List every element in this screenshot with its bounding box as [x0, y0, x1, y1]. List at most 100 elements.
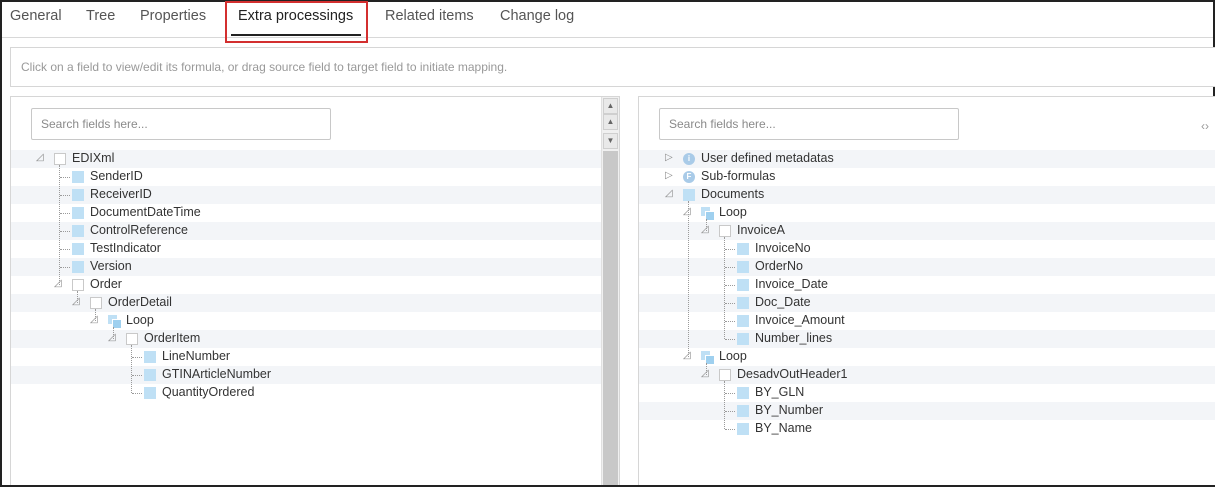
collapse-toggle-icon[interactable]: ◿ [36, 152, 48, 164]
tree-connector [132, 357, 142, 358]
tree-field-label[interactable]: TestIndicator [90, 241, 161, 255]
target-fields-panel: ‹› ▷ i User defined metadatas ▷ F Sub-formula… [638, 96, 1215, 485]
tree-connector [60, 249, 70, 250]
tree-guide-line [77, 291, 78, 303]
collapse-toggle-icon[interactable]: ◿ [72, 296, 84, 308]
collapse-toggle-icon[interactable]: ◿ [701, 224, 713, 236]
mapping-hint-text: Click on a field to view/edit its formul… [21, 60, 508, 74]
tree-field-label[interactable]: DocumentDateTime [90, 205, 201, 219]
tree-row[interactable]: OrderNo [639, 258, 1215, 276]
tree-row[interactable]: ◿ Loop [639, 204, 1215, 222]
tree-field-label[interactable]: EDIXml [72, 151, 114, 165]
tree-field-label[interactable]: ReceiverID [90, 187, 152, 201]
source-scrollbar[interactable]: ▲ ▲ ▼ [601, 97, 619, 485]
tree-row[interactable]: Version [11, 258, 619, 276]
tree-row[interactable]: SenderID [11, 168, 619, 186]
tree-field-label[interactable]: BY_Name [755, 421, 812, 435]
tree-row[interactable]: ControlReference [11, 222, 619, 240]
tree-field-label[interactable]: OrderItem [144, 331, 200, 345]
tree-row[interactable]: ◿ Order [11, 276, 619, 294]
tree-field-label[interactable]: Documents [701, 187, 764, 201]
tree-row[interactable]: DocumentDateTime [11, 204, 619, 222]
scroll-up-icon-2[interactable]: ▲ [603, 114, 618, 130]
tree-row[interactable]: QuantityOrdered [11, 384, 619, 402]
tree-row[interactable]: Number_lines [639, 330, 1215, 348]
tree-row[interactable]: ◿ OrderDetail [11, 294, 619, 312]
target-search-input[interactable] [659, 108, 959, 140]
leaf-node-icon [737, 423, 749, 435]
tree-row[interactable]: ◿ InvoiceA [639, 222, 1215, 240]
scroll-up-icon[interactable]: ▲ [603, 98, 618, 114]
tab-related-items[interactable]: Related items [385, 8, 474, 24]
tree-row[interactable]: GTINArticleNumber [11, 366, 619, 384]
tree-guide-line [724, 237, 725, 339]
collapse-panel-icon[interactable]: ‹› [1201, 119, 1209, 133]
tree-row[interactable]: BY_Name [639, 420, 1215, 438]
tree-field-label[interactable]: Loop [719, 205, 747, 219]
tree-field-label[interactable]: User defined metadatas [701, 151, 834, 165]
leaf-node-icon [737, 261, 749, 273]
tree-row[interactable]: ◿ Documents [639, 186, 1215, 204]
tab-tree[interactable]: Tree [86, 8, 115, 24]
tree-field-label[interactable]: Number_lines [755, 331, 832, 345]
tree-row[interactable]: LineNumber [11, 348, 619, 366]
tree-field-label[interactable]: Loop [719, 349, 747, 363]
tab-general[interactable]: General [10, 8, 62, 24]
tree-row[interactable]: ReceiverID [11, 186, 619, 204]
tree-row[interactable]: ◿ Loop [639, 348, 1215, 366]
collapse-toggle-icon[interactable]: ◿ [701, 368, 713, 380]
loop-node-icon [108, 315, 122, 329]
tree-field-label[interactable]: OrderNo [755, 259, 803, 273]
collapse-toggle-icon[interactable]: ◿ [665, 188, 677, 200]
tree-field-label[interactable]: Order [90, 277, 122, 291]
docs-node-icon [683, 189, 695, 201]
collapse-toggle-icon[interactable]: ◿ [108, 332, 120, 344]
tree-field-label[interactable]: BY_Number [755, 403, 823, 417]
tree-field-label[interactable]: Invoice_Amount [755, 313, 845, 327]
tree-field-label[interactable]: DesadvOutHeader1 [737, 367, 847, 381]
collapse-toggle-icon[interactable]: ◿ [54, 278, 66, 290]
tree-row[interactable]: ◿ OrderItem [11, 330, 619, 348]
tree-row[interactable]: ▷ i User defined metadatas [639, 150, 1215, 168]
tree-row[interactable]: ◿ Loop [11, 312, 619, 330]
tree-guide-line [131, 345, 132, 393]
tree-connector [725, 411, 735, 412]
tree-field-label[interactable]: Loop [126, 313, 154, 327]
tree-row[interactable]: Invoice_Date [639, 276, 1215, 294]
collapse-toggle-icon[interactable]: ◿ [683, 350, 695, 362]
expand-toggle-icon[interactable]: ▷ [665, 170, 677, 182]
tree-row[interactable]: Doc_Date [639, 294, 1215, 312]
scroll-down-icon[interactable]: ▼ [603, 133, 618, 149]
tree-field-label[interactable]: Sub-formulas [701, 169, 775, 183]
tree-connector [60, 213, 70, 214]
tree-field-label[interactable]: Doc_Date [755, 295, 811, 309]
node-node-icon [719, 369, 731, 381]
tree-row[interactable]: BY_GLN [639, 384, 1215, 402]
tree-field-label[interactable]: LineNumber [162, 349, 230, 363]
tree-row[interactable]: ◿ DesadvOutHeader1 [639, 366, 1215, 384]
collapse-toggle-icon[interactable]: ◿ [90, 314, 102, 326]
tree-field-label[interactable]: Invoice_Date [755, 277, 828, 291]
tree-row[interactable]: ◿ EDIXml [11, 150, 619, 168]
tab-properties[interactable]: Properties [140, 8, 206, 24]
tree-row[interactable]: BY_Number [639, 402, 1215, 420]
tree-field-label[interactable]: InvoiceA [737, 223, 785, 237]
scroll-thumb[interactable] [603, 151, 618, 485]
tree-row[interactable]: ▷ F Sub-formulas [639, 168, 1215, 186]
tree-row[interactable]: Invoice_Amount [639, 312, 1215, 330]
tree-field-label[interactable]: Version [90, 259, 132, 273]
tree-field-label[interactable]: BY_GLN [755, 385, 804, 399]
tree-field-label[interactable]: SenderID [90, 169, 143, 183]
tree-field-label[interactable]: InvoiceNo [755, 241, 811, 255]
tree-row[interactable]: InvoiceNo [639, 240, 1215, 258]
collapse-toggle-icon[interactable]: ◿ [683, 206, 695, 218]
tree-field-label[interactable]: ControlReference [90, 223, 188, 237]
tab-change-log[interactable]: Change log [500, 8, 574, 24]
tree-row[interactable]: TestIndicator [11, 240, 619, 258]
expand-toggle-icon[interactable]: ▷ [665, 152, 677, 164]
tree-field-label[interactable]: QuantityOrdered [162, 385, 254, 399]
tree-field-label[interactable]: GTINArticleNumber [162, 367, 271, 381]
node-node-icon [126, 333, 138, 345]
source-search-input[interactable] [31, 108, 331, 140]
tree-field-label[interactable]: OrderDetail [108, 295, 172, 309]
